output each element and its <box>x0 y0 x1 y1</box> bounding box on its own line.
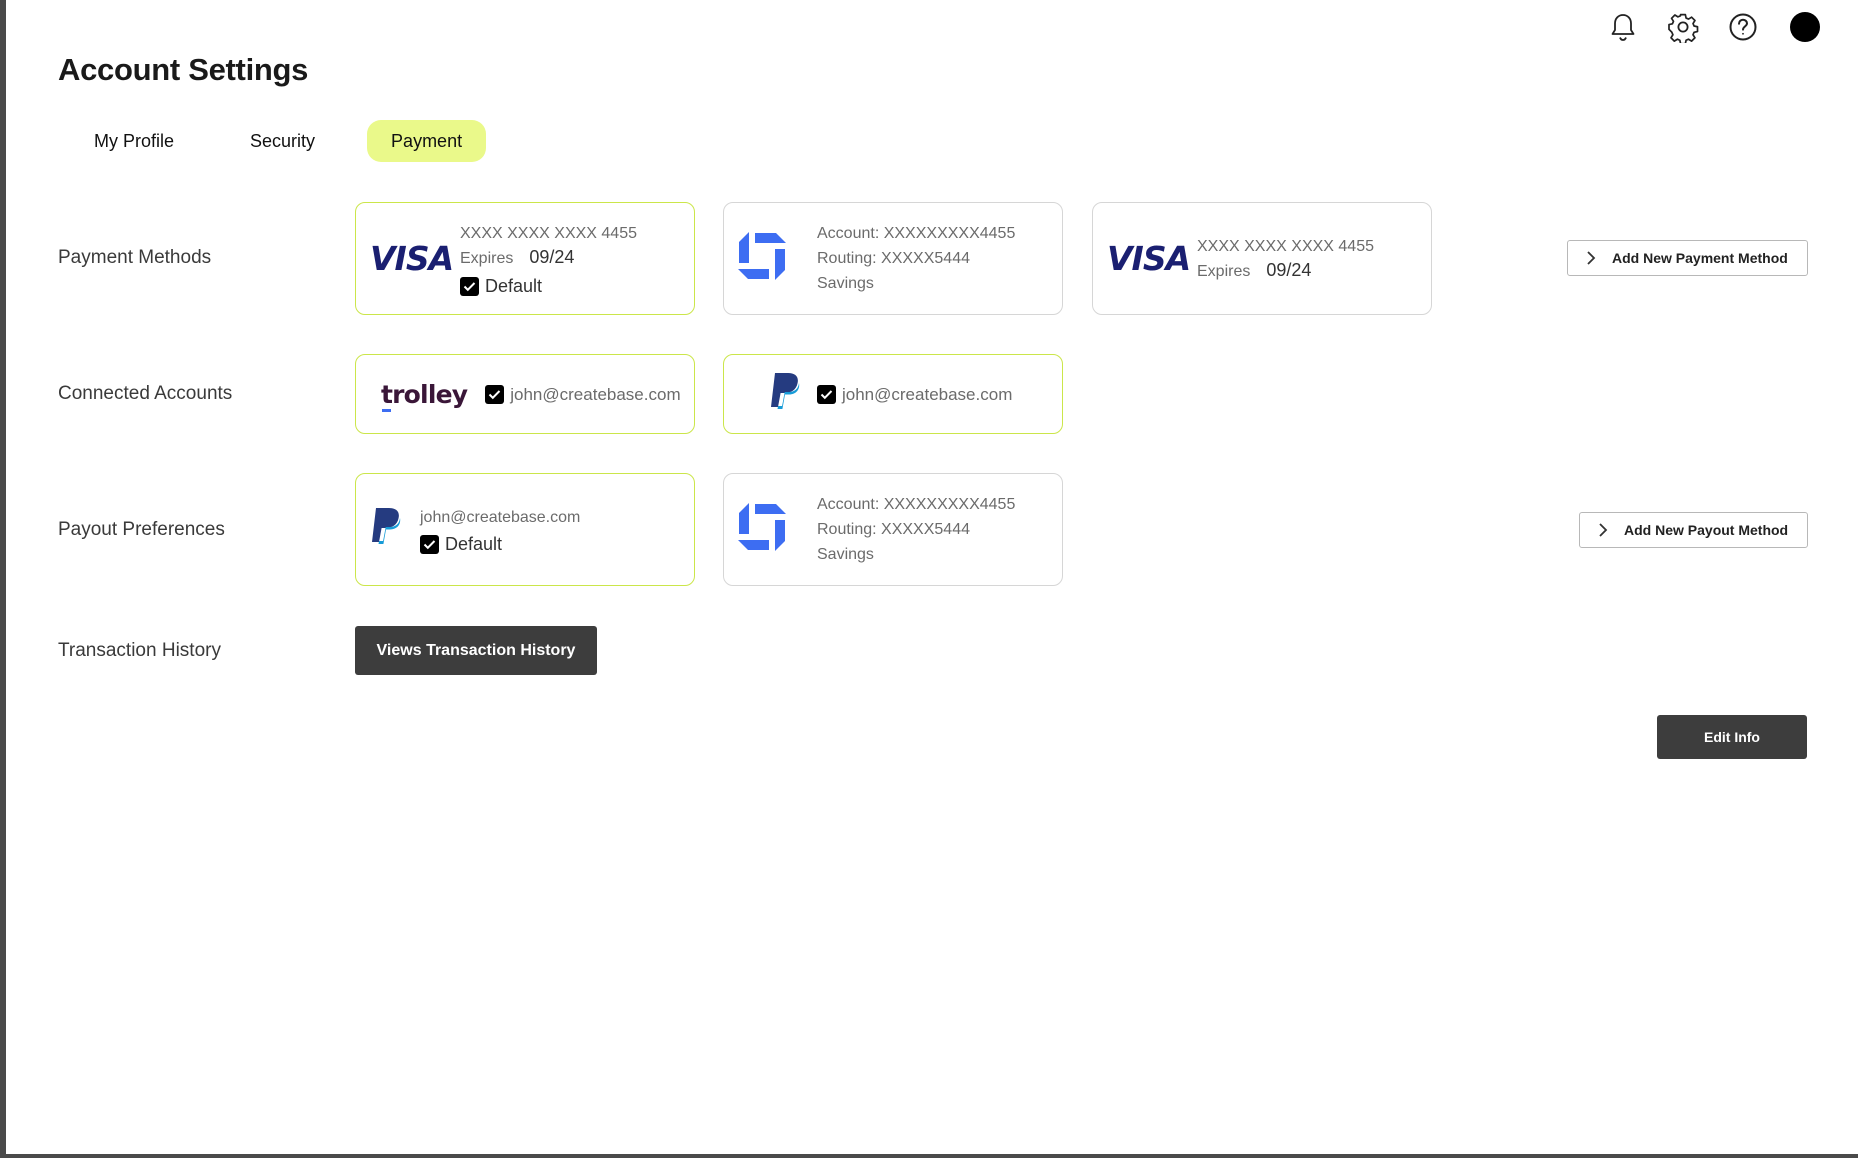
settings-tabs: My Profile Security Payment <box>70 120 487 162</box>
card-expiry: Expires 09/24 <box>1197 259 1374 284</box>
account-number: Account: XXXXXXXXX4455 <box>817 496 1016 513</box>
help-icon[interactable] <box>1724 10 1762 44</box>
account-email: john@createbase.com <box>510 384 681 404</box>
edit-info-button[interactable]: Edit Info <box>1657 715 1807 759</box>
expires-date: 09/24 <box>529 246 575 267</box>
payment-card-visa-default[interactable]: VISA XXXX XXXX XXXX 4455 Expires 09/24 D… <box>355 202 695 315</box>
card-expiry: Expires 09/24 <box>460 246 637 271</box>
card-details: XXXX XXXX XXXX 4455 Expires 09/24 <box>1197 234 1374 284</box>
connected-account-paypal[interactable]: john@createbase.com <box>723 354 1063 434</box>
checkbox-checked-icon[interactable] <box>817 384 836 404</box>
payment-methods-label: Payment Methods <box>58 247 212 268</box>
payment-card-visa[interactable]: VISA XXXX XXXX XXXX 4455 Expires 09/24 <box>1092 202 1432 315</box>
checkbox-checked-icon[interactable] <box>460 276 479 296</box>
paypal-logo-icon <box>370 507 408 552</box>
payout-details: john@createbase.com Default <box>420 505 580 555</box>
account-settings-page: Account Settings My Profile Security Pay… <box>6 0 1858 1154</box>
payment-card-chase-bank[interactable]: Account: XXXXXXXXX4455 Routing: XXXXX544… <box>723 202 1063 315</box>
account-type: Savings <box>817 275 874 292</box>
routing-number: Routing: XXXXX5444 <box>817 250 970 267</box>
chase-logo-icon <box>738 503 788 556</box>
trolley-wordmark: trolley <box>381 379 468 409</box>
chevron-right-icon <box>1598 522 1624 538</box>
card-number: XXXX XXXX XXXX 4455 <box>460 224 637 242</box>
chase-logo-icon <box>738 232 788 285</box>
page-title: Account Settings <box>58 52 309 87</box>
chevron-right-icon <box>1586 250 1612 266</box>
expires-date: 09/24 <box>1266 259 1312 280</box>
visa-logo: VISA <box>370 239 454 278</box>
default-label: Default <box>485 275 543 296</box>
connected-account-trolley[interactable]: trolley john@createbase.com <box>355 354 695 434</box>
account-type: Savings <box>817 546 874 563</box>
checkbox-checked-icon[interactable] <box>485 384 505 404</box>
bank-details: Account: XXXXXXXXX4455 Routing: XXXXX544… <box>817 221 1015 296</box>
trolley-accent <box>382 409 391 412</box>
payout-card-chase-bank[interactable]: Account: XXXXXXXXX4455 Routing: XXXXX544… <box>723 473 1063 586</box>
bell-icon[interactable] <box>1604 10 1642 44</box>
transaction-history-label: Transaction History <box>58 640 221 661</box>
add-payment-method-label: Add New Payment Method <box>1612 250 1788 266</box>
view-transaction-history-button[interactable]: Views Transaction History <box>355 626 597 675</box>
add-payout-method-button[interactable]: Add New Payout Method <box>1579 512 1808 548</box>
bank-details: Account: XXXXXXXXX4455 Routing: XXXXX544… <box>817 492 1015 567</box>
tab-payment[interactable]: Payment <box>367 120 487 162</box>
header-icons <box>1604 10 1820 44</box>
avatar[interactable] <box>1790 12 1820 42</box>
payout-email: john@createbase.com <box>420 508 581 526</box>
account-email: john@createbase.com <box>842 384 1013 404</box>
connected-accounts-label: Connected Accounts <box>58 383 233 404</box>
default-row: Default <box>460 276 637 297</box>
default-label: Default <box>445 533 503 554</box>
checkbox-checked-icon[interactable] <box>420 534 439 554</box>
gear-icon[interactable] <box>1664 10 1702 44</box>
tab-security[interactable]: Security <box>226 120 339 162</box>
expires-label: Expires <box>1197 262 1251 280</box>
card-details: XXXX XXXX XXXX 4455 Expires 09/24 Defaul… <box>460 221 637 297</box>
paypal-logo-icon <box>769 372 805 417</box>
account-number: Account: XXXXXXXXX4455 <box>817 225 1016 242</box>
payout-preferences-label: Payout Preferences <box>58 519 225 540</box>
visa-logo: VISA <box>1107 239 1191 278</box>
add-payout-method-label: Add New Payout Method <box>1624 522 1789 538</box>
tab-my-profile[interactable]: My Profile <box>70 120 198 162</box>
default-row: Default <box>420 534 580 555</box>
card-number: XXXX XXXX XXXX 4455 <box>1197 237 1374 255</box>
trolley-logo: trolley <box>381 379 468 412</box>
add-payment-method-button[interactable]: Add New Payment Method <box>1567 240 1808 276</box>
expires-label: Expires <box>460 249 514 267</box>
payout-card-paypal-default[interactable]: john@createbase.com Default <box>355 473 695 586</box>
routing-number: Routing: XXXXX5444 <box>817 521 970 538</box>
